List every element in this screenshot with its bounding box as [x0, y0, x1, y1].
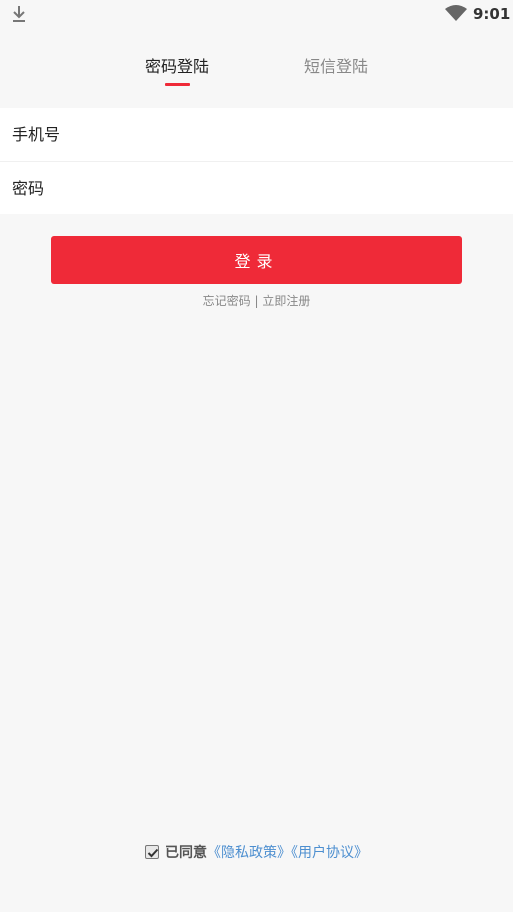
agree-text: 已同意: [165, 845, 207, 861]
tab-sms-login[interactable]: 短信登陆: [304, 56, 368, 78]
auth-links: 忘记密码 | 立即注册: [0, 292, 513, 310]
password-input[interactable]: [0, 162, 513, 215]
login-form: [0, 108, 513, 215]
active-tab-indicator: [165, 83, 190, 86]
phone-input[interactable]: [0, 108, 513, 161]
checkmark-icon: [147, 848, 159, 858]
download-icon: [10, 4, 28, 24]
password-field-row: [0, 161, 513, 215]
user-agreement-link[interactable]: 《用户协议》: [291, 845, 368, 861]
agree-checkbox[interactable]: [145, 845, 159, 859]
status-bar: 9:01: [0, 0, 513, 28]
status-time: 9:01: [473, 5, 511, 23]
wifi-icon: [444, 4, 468, 22]
login-tabs: 密码登陆 短信登陆: [0, 50, 513, 96]
forgot-password-link[interactable]: 忘记密码: [203, 294, 251, 308]
tab-password-login[interactable]: 密码登陆: [145, 56, 209, 78]
agreement-row: 已同意《隐私政策》《用户协议》: [0, 842, 513, 864]
links-separator: |: [254, 294, 259, 308]
privacy-policy-link[interactable]: 《隐私政策》: [207, 845, 291, 861]
register-link[interactable]: 立即注册: [262, 294, 310, 308]
login-button[interactable]: 登录: [51, 236, 462, 284]
phone-field-row: [0, 108, 513, 161]
